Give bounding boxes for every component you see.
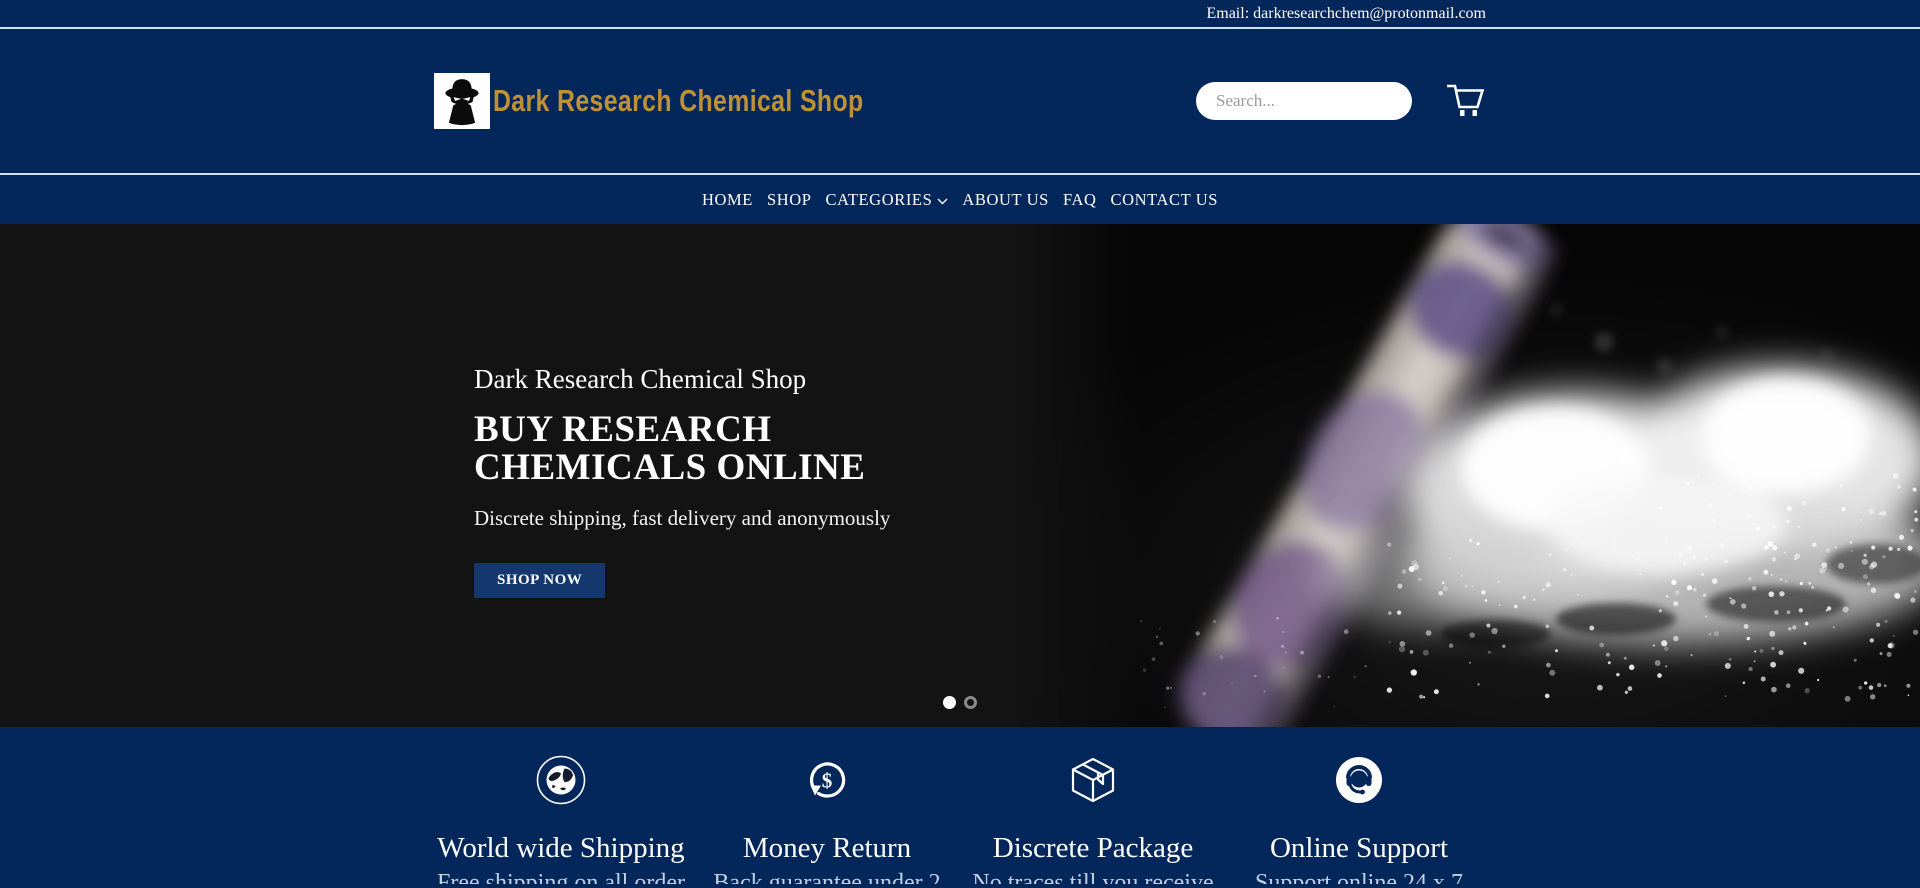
- chevron-down-icon: [937, 190, 948, 210]
- money-return-icon: $: [694, 755, 960, 805]
- feature-money-return: $ Money Return Back guarantee under 2 da…: [694, 755, 960, 884]
- feature-discrete-package: Discrete Package No traces till you rece…: [960, 755, 1226, 884]
- globe-icon: [428, 755, 694, 805]
- topbar: Email: darkresearchchem@protonmail.com: [0, 0, 1920, 29]
- nav-item-faq[interactable]: FAQ: [1063, 190, 1097, 210]
- nav-item-home[interactable]: HOME: [702, 190, 753, 210]
- headset-icon: [1226, 755, 1492, 805]
- spy-icon: [434, 73, 490, 129]
- nav-item-about-us[interactable]: ABOUT US: [962, 190, 1049, 210]
- feature-subtitle: Free shipping on all order: [428, 869, 694, 884]
- shopping-cart-icon: [1444, 81, 1486, 122]
- main-nav: HOME SHOP CATEGORIES ABOUT US FAQ CONTAC…: [0, 175, 1920, 224]
- nav-item-categories[interactable]: CATEGORIES: [826, 190, 949, 210]
- search-input[interactable]: [1196, 82, 1412, 120]
- carousel-dot-1[interactable]: [943, 696, 956, 709]
- features-strip: World wide Shipping Free shipping on all…: [0, 727, 1920, 884]
- hero-content: Dark Research Chemical Shop BUY RESEARCH…: [474, 364, 904, 598]
- shop-now-button[interactable]: SHOP NOW: [474, 563, 605, 598]
- hero-title: BUY RESEARCH CHEMICALS ONLINE: [474, 411, 904, 486]
- feature-subtitle: Back guarantee under 2 days: [694, 869, 960, 884]
- feature-subtitle: No traces till you receive: [960, 869, 1226, 884]
- hero-image: [1016, 224, 1920, 727]
- feature-worldwide-shipping: World wide Shipping Free shipping on all…: [428, 755, 694, 884]
- cart-button[interactable]: [1444, 81, 1486, 122]
- carousel-dot-2[interactable]: [964, 696, 977, 709]
- feature-title: Discrete Package: [960, 833, 1226, 863]
- feature-title: World wide Shipping: [428, 833, 694, 863]
- nav-item-contact-us[interactable]: CONTACT US: [1111, 190, 1219, 210]
- feature-title: Money Return: [694, 833, 960, 863]
- header: Dark Research Chemical Shop: [0, 29, 1920, 175]
- site-logo[interactable]: Dark Research Chemical Shop: [434, 73, 956, 129]
- hero-carousel: Dark Research Chemical Shop BUY RESEARCH…: [0, 224, 1920, 727]
- carousel-dots: [943, 696, 977, 709]
- hero-subtitle: Discrete shipping, fast delivery and ano…: [474, 506, 904, 531]
- package-icon: [960, 755, 1226, 805]
- feature-online-support: Online Support Support online 24 x 7: [1226, 755, 1492, 884]
- feature-title: Online Support: [1226, 833, 1492, 863]
- hero-eyebrow: Dark Research Chemical Shop: [474, 364, 904, 395]
- svg-text:$: $: [822, 769, 833, 793]
- brand-title: Dark Research Chemical Shop: [493, 83, 864, 119]
- contact-email[interactable]: Email: darkresearchchem@protonmail.com: [1206, 5, 1486, 22]
- feature-subtitle: Support online 24 x 7: [1226, 869, 1492, 884]
- nav-item-shop[interactable]: SHOP: [767, 190, 812, 210]
